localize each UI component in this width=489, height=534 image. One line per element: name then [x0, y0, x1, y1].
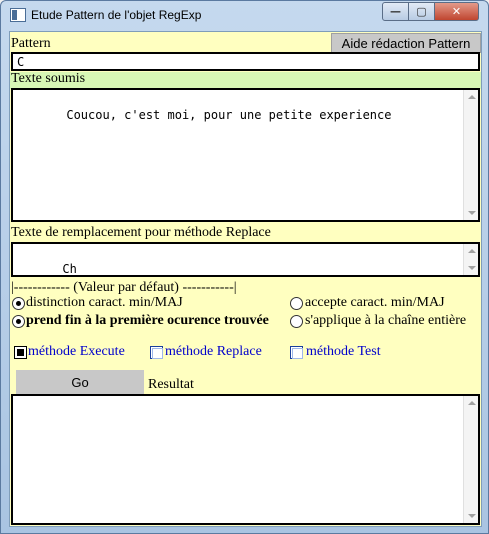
test-label[interactable]: méthode Test	[306, 344, 381, 360]
replace-method-label[interactable]: méthode Replace	[165, 344, 262, 360]
window-title: Etude Pattern de l'objet RegExp	[31, 8, 202, 22]
result-textarea[interactable]	[11, 394, 480, 525]
options-header: |------------ (Valeur par défaut) ------…	[11, 280, 237, 295]
replace-text: Ch	[62, 262, 77, 276]
app-window: Etude Pattern de l'objet RegExp — ▢ ✕ Pa…	[0, 0, 489, 534]
scroll-up-icon[interactable]	[468, 95, 476, 99]
scroll-up-icon[interactable]	[468, 401, 476, 405]
case-insensitive-label: accepte caract. min/MAJ	[305, 295, 445, 310]
execute-checkbox[interactable]	[14, 346, 27, 359]
case-insensitive-radio[interactable]	[290, 297, 303, 310]
test-checkbox[interactable]	[290, 346, 303, 359]
maximize-button[interactable]: ▢	[408, 2, 435, 21]
scroll-down-icon[interactable]	[468, 211, 476, 215]
result-scrollbar[interactable]	[463, 396, 478, 523]
pattern-label: Pattern	[11, 36, 51, 51]
submitted-scrollbar[interactable]	[463, 90, 478, 220]
window-icon	[10, 8, 26, 22]
replace-textarea[interactable]: Ch	[11, 242, 480, 277]
scroll-down-icon[interactable]	[468, 514, 476, 518]
close-button[interactable]: ✕	[434, 2, 479, 21]
submitted-textarea[interactable]: Coucou, c'est moi, pour une petite exper…	[11, 88, 480, 222]
title-bar[interactable]: Etude Pattern de l'objet RegExp — ▢ ✕	[1, 1, 488, 31]
case-sensitive-radio[interactable]	[12, 297, 25, 310]
first-match-label: prend fin à la première ocurence trouvée	[26, 313, 269, 328]
scroll-up-icon[interactable]	[468, 249, 476, 253]
replace-label: Texte de remplacement pour méthode Repla…	[11, 225, 271, 240]
result-label: Resultat	[148, 377, 194, 392]
submitted-text: Coucou, c'est moi, pour une petite exper…	[66, 108, 392, 122]
global-radio[interactable]	[290, 315, 303, 328]
execute-label[interactable]: méthode Execute	[28, 344, 125, 360]
first-match-radio[interactable]	[12, 315, 25, 328]
minimize-button[interactable]: —	[382, 2, 409, 21]
global-label: s'applique à la chaîne entière	[305, 313, 467, 328]
submitted-label: Texte soumis	[11, 71, 86, 86]
scroll-down-icon[interactable]	[468, 266, 476, 270]
go-button[interactable]: Go	[16, 370, 144, 394]
pattern-help-button[interactable]: Aide rédaction Pattern	[331, 33, 481, 53]
form-area: Pattern Aide rédaction Pattern C Texte s…	[9, 31, 482, 527]
replace-checkbox[interactable]	[150, 346, 163, 359]
case-sensitive-label: distinction caract. min/MAJ	[26, 295, 183, 310]
replace-scrollbar[interactable]	[463, 244, 478, 275]
pattern-input[interactable]: C	[11, 52, 480, 71]
